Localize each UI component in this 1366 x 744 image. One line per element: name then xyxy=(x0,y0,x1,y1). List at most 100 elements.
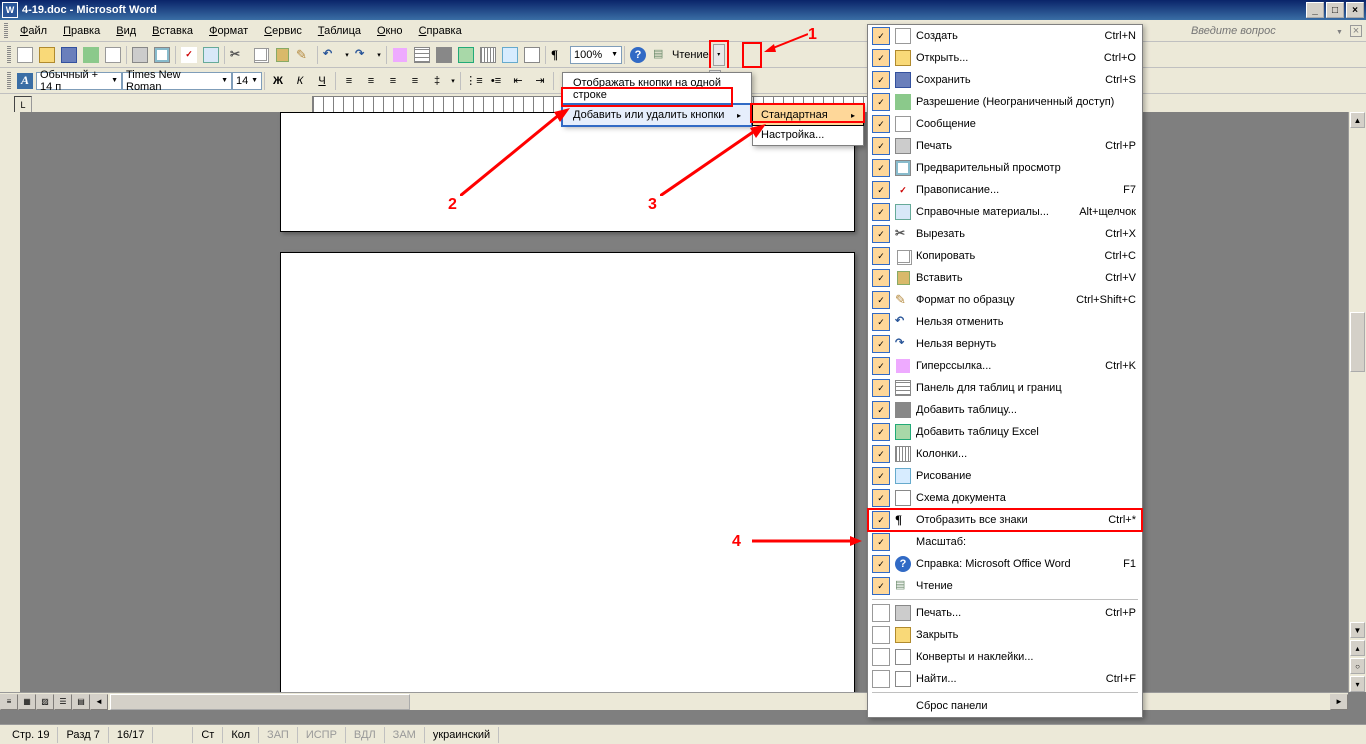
checkbox[interactable]: ✓ xyxy=(872,489,890,507)
page-current[interactable] xyxy=(280,252,855,710)
format-painter-button[interactable]: ✎ xyxy=(293,44,315,66)
status-language[interactable]: украинский xyxy=(425,727,499,743)
checkbox[interactable]: ✓ xyxy=(872,137,890,155)
menu-формат[interactable]: Формат xyxy=(201,23,256,39)
checkbox[interactable]: ✓ xyxy=(872,247,890,265)
command-нельзя-вернуть[interactable]: ✓↷Нельзя вернуть xyxy=(868,333,1142,355)
increase-indent-button[interactable]: ⇥ xyxy=(529,70,551,92)
command-правописание-[interactable]: ✓✓Правописание...F7 xyxy=(868,179,1142,201)
scroll-down-button[interactable]: ▼ xyxy=(1350,622,1365,638)
document-map-button[interactable] xyxy=(521,44,543,66)
select-browse-object-button[interactable]: ○ xyxy=(1350,658,1365,674)
menu-файл[interactable]: Файл xyxy=(12,23,55,39)
style-combo[interactable]: Обычный + 14 п▼ xyxy=(36,72,122,90)
close-button[interactable]: × xyxy=(1346,2,1364,18)
command-вставить[interactable]: ✓ВставитьCtrl+V xyxy=(868,267,1142,289)
checkbox[interactable]: ✓ xyxy=(872,181,890,199)
mail-button[interactable] xyxy=(102,44,124,66)
ask-a-question[interactable]: ▼ × xyxy=(1191,25,1362,37)
paste-button[interactable] xyxy=(271,44,293,66)
chevron-down-icon[interactable]: ▼ xyxy=(1334,29,1343,36)
grip-icon[interactable] xyxy=(7,46,11,64)
align-right-button[interactable]: ≡ xyxy=(382,70,404,92)
status-rec[interactable]: ЗАП xyxy=(259,727,298,743)
numbering-button[interactable]: ⋮≡ xyxy=(463,70,485,92)
checkbox[interactable]: ✓ xyxy=(872,423,890,441)
undo-button[interactable]: ↶ xyxy=(320,44,342,66)
add-remove-buttons[interactable]: Добавить или удалить кнопки▸ xyxy=(562,104,752,126)
command-печать-[interactable]: Печать...Ctrl+P xyxy=(868,602,1142,624)
print-preview-button[interactable] xyxy=(151,44,173,66)
checkbox[interactable]: ✓ xyxy=(872,93,890,111)
web-layout-view-button[interactable]: ▦ xyxy=(18,694,36,710)
checkbox[interactable]: ✓ xyxy=(872,511,890,529)
line-spacing-dropdown[interactable]: ▾ xyxy=(448,70,458,92)
styles-button[interactable]: A xyxy=(14,70,36,92)
minimize-button[interactable]: _ xyxy=(1306,2,1324,18)
command-формат-по-образцу[interactable]: ✓✎Формат по образцуCtrl+Shift+C xyxy=(868,289,1142,311)
tables-borders-button[interactable] xyxy=(411,44,433,66)
bold-button[interactable]: Ж xyxy=(267,70,289,92)
command-схема-документа[interactable]: ✓Схема документа xyxy=(868,487,1142,509)
maximize-button[interactable]: □ xyxy=(1326,2,1344,18)
menu-правка[interactable]: Правка xyxy=(55,23,108,39)
outline-view-button[interactable]: ☰ xyxy=(54,694,72,710)
command-закрыть[interactable]: Закрыть xyxy=(868,624,1142,646)
normal-view-button[interactable]: ≡ xyxy=(0,694,18,710)
close-help-icon[interactable]: × xyxy=(1350,25,1362,37)
checkbox[interactable]: ✓ xyxy=(872,159,890,177)
command-добавить-таблицу-excel[interactable]: ✓Добавить таблицу Excel xyxy=(868,421,1142,443)
checkbox[interactable]: ✓ xyxy=(872,445,890,463)
command-печать[interactable]: ✓ПечатьCtrl+P xyxy=(868,135,1142,157)
command-предварительный-просмотр[interactable]: ✓Предварительный просмотр xyxy=(868,157,1142,179)
decrease-indent-button[interactable]: ⇤ xyxy=(507,70,529,92)
italic-button[interactable]: К xyxy=(289,70,311,92)
command-панель-для-таблиц-и-границ[interactable]: ✓Панель для таблиц и границ xyxy=(868,377,1142,399)
previous-page-button[interactable]: ▴ xyxy=(1350,640,1365,656)
checkbox[interactable]: ✓ xyxy=(872,291,890,309)
insert-table-button[interactable] xyxy=(433,44,455,66)
command-колонки-[interactable]: ✓Колонки... xyxy=(868,443,1142,465)
hscroll-thumb[interactable] xyxy=(110,694,410,710)
permission-button[interactable] xyxy=(80,44,102,66)
scroll-thumb[interactable] xyxy=(1350,312,1365,372)
ask-input[interactable] xyxy=(1191,25,1331,37)
font-size-combo[interactable]: 14▼ xyxy=(232,72,262,90)
show-all-button[interactable]: ¶ xyxy=(548,44,570,66)
undo-dropdown[interactable]: ▾ xyxy=(342,44,352,66)
next-page-button[interactable]: ▾ xyxy=(1350,676,1365,692)
command-копировать[interactable]: ✓КопироватьCtrl+C xyxy=(868,245,1142,267)
menu-вставка[interactable]: Вставка xyxy=(144,23,201,39)
align-center-button[interactable]: ≡ xyxy=(360,70,382,92)
drawing-button[interactable] xyxy=(499,44,521,66)
command-справочные-материалы-[interactable]: ✓Справочные материалы...Alt+щелчок xyxy=(868,201,1142,223)
command-справка-microsoft-office-word[interactable]: ✓?Справка: Microsoft Office WordF1 xyxy=(868,553,1142,575)
columns-button[interactable] xyxy=(477,44,499,66)
status-ext[interactable]: ВДЛ xyxy=(346,727,385,743)
toolbar-overflow-button[interactable]: ▾ xyxy=(713,44,725,66)
customize-item[interactable]: Настройка... xyxy=(753,125,863,145)
checkbox[interactable]: ✓ xyxy=(872,313,890,331)
checkbox[interactable]: ✓ xyxy=(872,269,890,287)
research-button[interactable] xyxy=(200,44,222,66)
show-buttons-one-line[interactable]: Отображать кнопки на одной строке xyxy=(563,73,751,105)
align-left-button[interactable]: ≡ xyxy=(338,70,360,92)
menu-окно[interactable]: Окно xyxy=(369,23,411,39)
command-чтение[interactable]: ✓▤Чтение xyxy=(868,575,1142,597)
font-combo[interactable]: Times New Roman▼ xyxy=(122,72,232,90)
checkbox[interactable]: ✓ xyxy=(872,379,890,397)
save-button[interactable] xyxy=(58,44,80,66)
checkbox[interactable] xyxy=(872,604,890,622)
standard-toolbar-item[interactable]: Стандартная▸ xyxy=(752,104,864,126)
command-сообщение[interactable]: ✓Сообщение xyxy=(868,113,1142,135)
horizontal-scrollbar[interactable]: ≡ ▦ ▨ ☰ ▤ ◄ ► xyxy=(0,692,1348,710)
bullets-button[interactable]: •≡ xyxy=(485,70,507,92)
checkbox[interactable]: ✓ xyxy=(872,71,890,89)
command-конверты-и-наклейки-[interactable]: Конверты и наклейки... xyxy=(868,646,1142,668)
copy-button[interactable] xyxy=(249,44,271,66)
help-button[interactable]: ? xyxy=(627,44,649,66)
scroll-right-button[interactable]: ► xyxy=(1330,694,1348,710)
command-создать[interactable]: ✓СоздатьCtrl+N xyxy=(868,25,1142,47)
checkbox[interactable]: ✓ xyxy=(872,115,890,133)
spelling-button[interactable]: ✓ xyxy=(178,44,200,66)
